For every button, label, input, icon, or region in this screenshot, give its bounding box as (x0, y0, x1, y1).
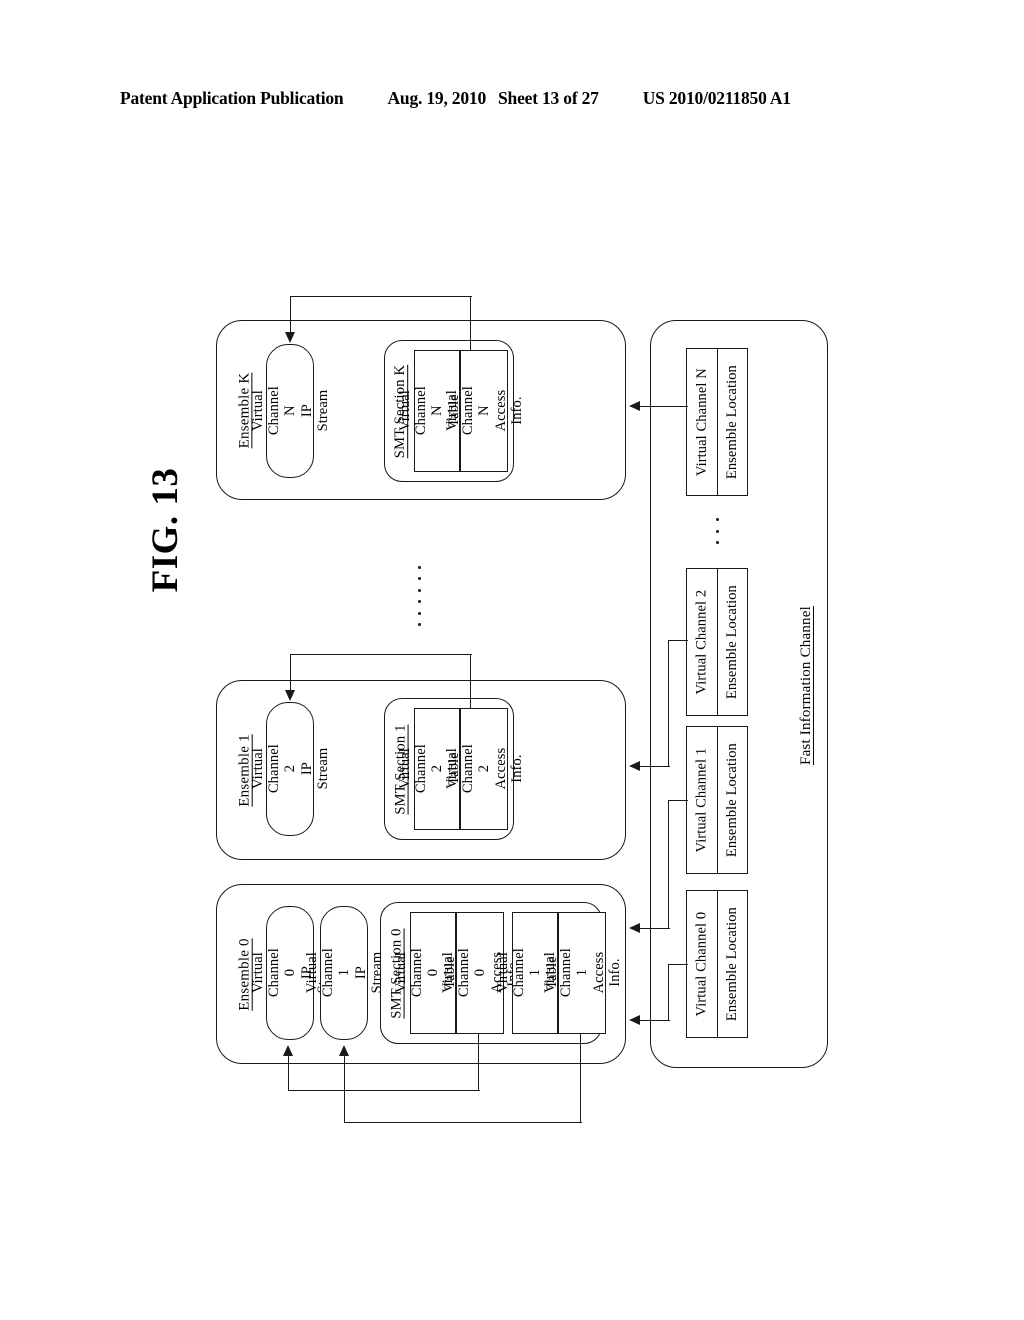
fic-0-link-across (640, 1020, 670, 1021)
fic-2-link-stub (668, 640, 688, 641)
connector-0b-seg-across (344, 1122, 582, 1123)
connector-1-seg-down (290, 654, 291, 690)
fast-information-channel-title: Fast Information Channel (797, 605, 814, 765)
header-patent-number: US 2010/0211850 A1 (642, 88, 791, 108)
connector-0a-seg-down (478, 1034, 479, 1090)
ensembles-ellipsis (416, 566, 422, 626)
smt-section-0-title: SMT Section 0 (388, 927, 405, 1019)
smt-1-access-info-2: Virtual Channel 2 Access Info. (443, 708, 525, 830)
fic-n-link-jog (668, 406, 688, 407)
ip-stream-n-label: Virtual Channel N IP Stream (249, 386, 331, 436)
fic-2-link-arrowhead (629, 760, 640, 771)
fic-entry-1-divider (717, 726, 718, 874)
smt-k-access-info-n: Virtual Channel N Access Info. (443, 350, 525, 472)
connector-0a-seg-up (288, 1056, 289, 1090)
ip-stream-1-label: Virtual Channel 1 IP Stream (303, 948, 385, 998)
ensemble-k-title: Ensemble K (236, 372, 253, 448)
header-publication: Patent Application Publication (120, 88, 344, 108)
ensemble-0-ip-stream-0: Virtual Channel 0 IP Stream (249, 906, 330, 1040)
ensemble-k-ip-stream-n: Virtual Channel N IP Stream (249, 344, 331, 478)
access-info-2-label: Virtual Channel 2 Access Info. (443, 744, 525, 794)
figure-label: FIG. 13 (145, 467, 186, 593)
ensemble-0-ip-stream-1: Virtual Channel 1 IP Stream (303, 906, 385, 1040)
access-info-0-label: Virtual Channel 0 Access Info. (439, 948, 520, 998)
ip-stream-0-label: Virtual Channel 0 IP Stream (249, 948, 330, 998)
connector-k-seg-up (470, 296, 471, 350)
connector-0b-seg-down (580, 1034, 581, 1122)
table-entry-1-label: Virtual Channel 1 Table Entry (494, 948, 575, 998)
access-info-n-label: Virtual Channel N Access Info. (443, 386, 525, 436)
ensemble-1-title: Ensemble 1 (236, 733, 253, 807)
ip-stream-2-label: Virtual Channel 2 IP Stream (249, 744, 331, 794)
fic-entry-n-divider (717, 348, 718, 496)
connector-0b-seg-up (344, 1056, 345, 1122)
smt-1-table-entry-2: Virtual Channel 2 Table Entry (396, 708, 477, 830)
table-entry-0-label: Virtual Channel 0 Table Entry (392, 948, 473, 998)
connector-1-seg-up (470, 654, 471, 708)
ensemble-0-title: Ensemble 0 (236, 937, 253, 1011)
fic-2-link-across (640, 766, 670, 767)
fic-entry-0-divider (717, 890, 718, 1038)
connector-k-seg-down (290, 296, 291, 332)
fic-n-link-across (640, 406, 670, 407)
smt-section-k-title: SMT Section K (392, 364, 409, 458)
fic-n-link-stub (686, 406, 687, 420)
fic-1-link-stub (668, 800, 688, 801)
connector-0b-arrowhead (338, 1045, 349, 1056)
fic-1-link-arrowhead (629, 922, 640, 933)
connector-1-arrowhead (284, 690, 295, 701)
connector-k-seg-across (290, 296, 472, 297)
connector-0a-seg-across (288, 1090, 480, 1091)
header-date: Aug. 19, 2010 (387, 88, 486, 108)
fic-1-link-across (640, 928, 670, 929)
connector-k-arrowhead (284, 332, 295, 343)
fic-0-link-riser (668, 964, 669, 1020)
connector-0a-arrowhead (282, 1045, 293, 1056)
ensemble-1-ip-stream-2: Virtual Channel 2 IP Stream (249, 702, 331, 836)
fic-0-link-stub (668, 964, 688, 965)
fic-entry-2-divider (717, 568, 718, 716)
table-entry-2-label: Virtual Channel 2 Table Entry (396, 744, 477, 794)
patent-header: Patent Application Publication Aug. 19, … (120, 88, 904, 109)
patent-figure-page: Patent Application Publication Aug. 19, … (0, 0, 1024, 1320)
access-info-1-label: Virtual Channel 1 Access Info. (541, 948, 623, 998)
fic-2-link-riser (668, 640, 669, 766)
fic-1-link-riser (668, 800, 669, 928)
smt-section-1-title: SMT Section 1 (392, 723, 409, 815)
smt-0-access-info-0: Virtual Channel 0 Access Info. (439, 912, 520, 1034)
fic-ellipsis (714, 518, 720, 544)
smt-0-table-entry-0: Virtual Channel 0 Table Entry (392, 912, 473, 1034)
table-entry-n-label: Virtual Channel N Table Entry (396, 386, 477, 436)
smt-k-table-entry-n: Virtual Channel N Table Entry (396, 350, 477, 472)
connector-1-seg-across (290, 654, 472, 655)
fic-0-link-arrowhead (629, 1014, 640, 1025)
fic-n-link-arrowhead (629, 400, 640, 411)
smt-0-access-info-1: Virtual Channel 1 Access Info. (541, 912, 623, 1034)
header-sheet: Sheet 13 of 27 (498, 88, 599, 108)
smt-0-table-entry-1: Virtual Channel 1 Table Entry (494, 912, 575, 1034)
